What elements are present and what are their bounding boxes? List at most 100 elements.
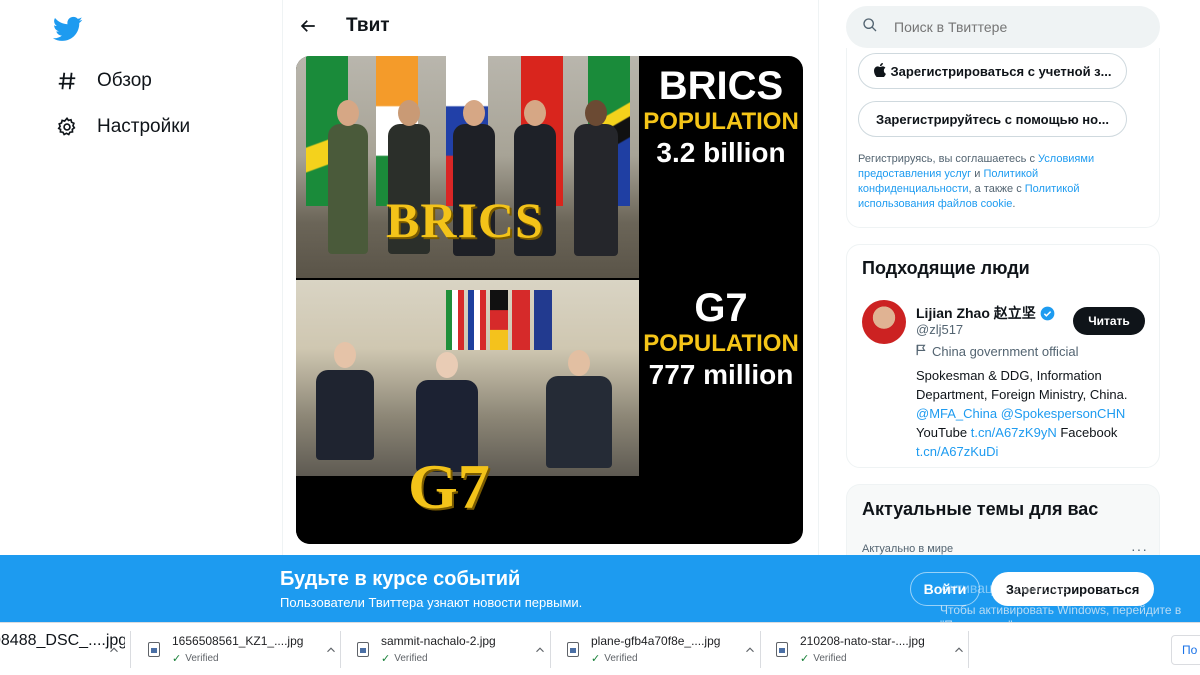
g7-population-label: POPULATION [643,330,799,357]
search-icon [862,17,878,38]
download-status-text: Verified [394,653,428,664]
brics-population-label: POPULATION [643,108,799,135]
legal-end: . [1012,198,1016,210]
nav-explore-label: Обзор [97,70,152,91]
bio-youtube: YouTube [916,425,968,440]
profile-name-text: Lijian Zhao 赵立坚 [916,305,1036,321]
government-label: China government official [916,344,1078,359]
check-icon: ✓ [591,653,601,665]
check-icon: ✓ [800,653,810,665]
profile-bio: Spokesman & DDG, Information Department,… [916,366,1151,461]
gear-icon [54,114,80,140]
login-banner: Будьте в курсе событий Пользователи Твит… [0,555,1200,632]
signup-apple-button[interactable]: Зарегистрироваться с учетной з... [858,53,1127,89]
tweet-image[interactable]: BRICS G7 BRICS POPULATION 3.2 billion G7… [296,56,803,544]
trends-heading: Актуальные темы для вас [862,499,1099,519]
search-input[interactable] [894,19,1114,35]
download-status-text: Verified [604,653,638,664]
nav-settings[interactable]: Настройки [54,107,190,147]
bio-facebook: Facebook [1060,425,1118,440]
download-separator [760,631,761,668]
twitter-logo-icon[interactable] [52,14,83,44]
download-status: ✓ Verified [591,652,731,665]
banner-subtitle: Пользователи Твиттера узнают новости пер… [280,595,583,610]
profile-handle: @zlj517 [916,322,964,337]
search-box[interactable] [846,6,1160,48]
image-file-icon [357,642,369,657]
check-icon: ✓ [381,653,391,665]
avatar[interactable] [862,300,906,344]
brics-population-value: 3.2 billion [656,137,786,168]
left-nav: Обзор Настройки [0,0,282,555]
download-status-text: d [0,650,1,667]
download-status: ✓ Verified [800,652,940,665]
download-info: 1656508561_KZ1_....jpg ✓ Verified [172,634,312,665]
brics-logo-text: BRICS [386,192,544,248]
chevron-up-icon[interactable] [107,643,121,657]
download-filename: sammit-nachalo-2.jpg [381,634,496,648]
bio-link-youtube[interactable]: t.cn/A67zK9yN [971,425,1057,440]
image-file-icon [776,642,788,657]
check-icon: ✓ [172,653,182,665]
nav-settings-label: Настройки [97,116,191,137]
legal-and: и [971,168,984,180]
column-divider [818,0,819,555]
chevron-up-icon[interactable] [952,643,966,657]
download-status-text: Verified [185,653,219,664]
g7-logo-text: G7 [408,451,490,522]
trends-card: Актуальные темы для вас Актуально в мире… [846,484,1160,557]
download-item[interactable]: plane-gfb4a70f8e_....jpg ✓ Verified [567,623,757,675]
download-separator [968,631,969,668]
download-item[interactable]: 1656508561_KZ1_....jpg ✓ Verified [148,623,338,675]
verified-badge-icon [1040,306,1055,321]
profile-name[interactable]: Lijian Zhao 赵立坚 [916,303,1055,323]
download-item[interactable]: sammit-nachalo-2.jpg ✓ Verified [357,623,547,675]
apple-icon [873,62,886,80]
legal-prefix: Регистрируясь, вы соглашаетесь с [858,153,1039,165]
show-all-downloads-button[interactable]: По [1171,635,1200,665]
tweet-header: Твит [283,0,818,52]
signup-phone-button[interactable]: Зарегистрируйтесь с помощью но... [858,101,1127,137]
chevron-up-icon[interactable] [324,643,338,657]
sidebar-right: Зарегистрироваться с учетной з... Зареги… [846,0,1160,557]
brics-stats: BRICS POPULATION 3.2 billion [639,64,803,170]
legal-text: Регистрируясь, вы соглашаетесь с Условия… [858,152,1148,212]
brics-photo: BRICS [296,56,639,278]
page: Обзор Настройки Твит BRICS G7 BRICS POPU… [0,0,1200,675]
signup-apple-label: Зарегистрироваться с учетной з... [890,63,1112,79]
download-info: plane-gfb4a70f8e_....jpg ✓ Verified [591,634,731,665]
download-info: 210208-nato-star-....jpg ✓ Verified [800,634,940,665]
bio-mention-spokesperson[interactable]: @SpokespersonCHN [1001,406,1125,421]
download-filename: 1656508561_KZ1_....jpg [172,634,304,648]
download-caret-area [95,623,121,675]
chevron-up-icon[interactable] [533,643,547,657]
image-file-icon [148,642,160,657]
banner-title: Будьте в курсе событий [280,568,521,590]
who-to-follow-card: Подходящие люди Lijian Zhao 赵立坚 @zlj517 … [846,244,1160,468]
download-separator [550,631,551,668]
download-filename: 210208-nato-star-....jpg [800,634,925,648]
image-file-icon [567,642,579,657]
flag-icon [916,344,927,359]
bio-mention-mfa[interactable]: @MFA_China [916,406,997,421]
download-filename: plane-gfb4a70f8e_....jpg [591,634,721,648]
download-item[interactable]: 210208-nato-star-....jpg ✓ Verified [776,623,966,675]
government-label-text: China government official [932,344,1079,359]
download-separator [340,631,341,668]
trend-context: Актуально в мире [862,543,954,555]
nav-explore[interactable]: Обзор [54,61,152,101]
download-status: ✓ Verified [381,652,521,665]
who-to-follow-heading: Подходящие люди [862,258,1030,278]
download-info: sammit-nachalo-2.jpg ✓ Verified [381,634,521,665]
chevron-up-icon[interactable] [743,643,757,657]
page-title: Твит [346,15,390,36]
downloads-bar: 08488_DSC_....jpg d 1656508561_KZ1_....j… [0,622,1200,675]
signup-card: Зарегистрироваться с учетной з... Зареги… [846,48,1160,228]
back-arrow-icon[interactable] [295,13,321,39]
bio-link-facebook[interactable]: t.cn/A67zKuDi [916,444,998,459]
g7-title: G7 [694,286,748,330]
bio-text: Spokesman & DDG, Information Department,… [916,368,1128,402]
hashtag-icon [54,68,80,94]
follow-button[interactable]: Читать [1073,307,1145,335]
tweet-column: Твит BRICS G7 BRICS POPULATION 3.2 billi… [283,0,818,555]
